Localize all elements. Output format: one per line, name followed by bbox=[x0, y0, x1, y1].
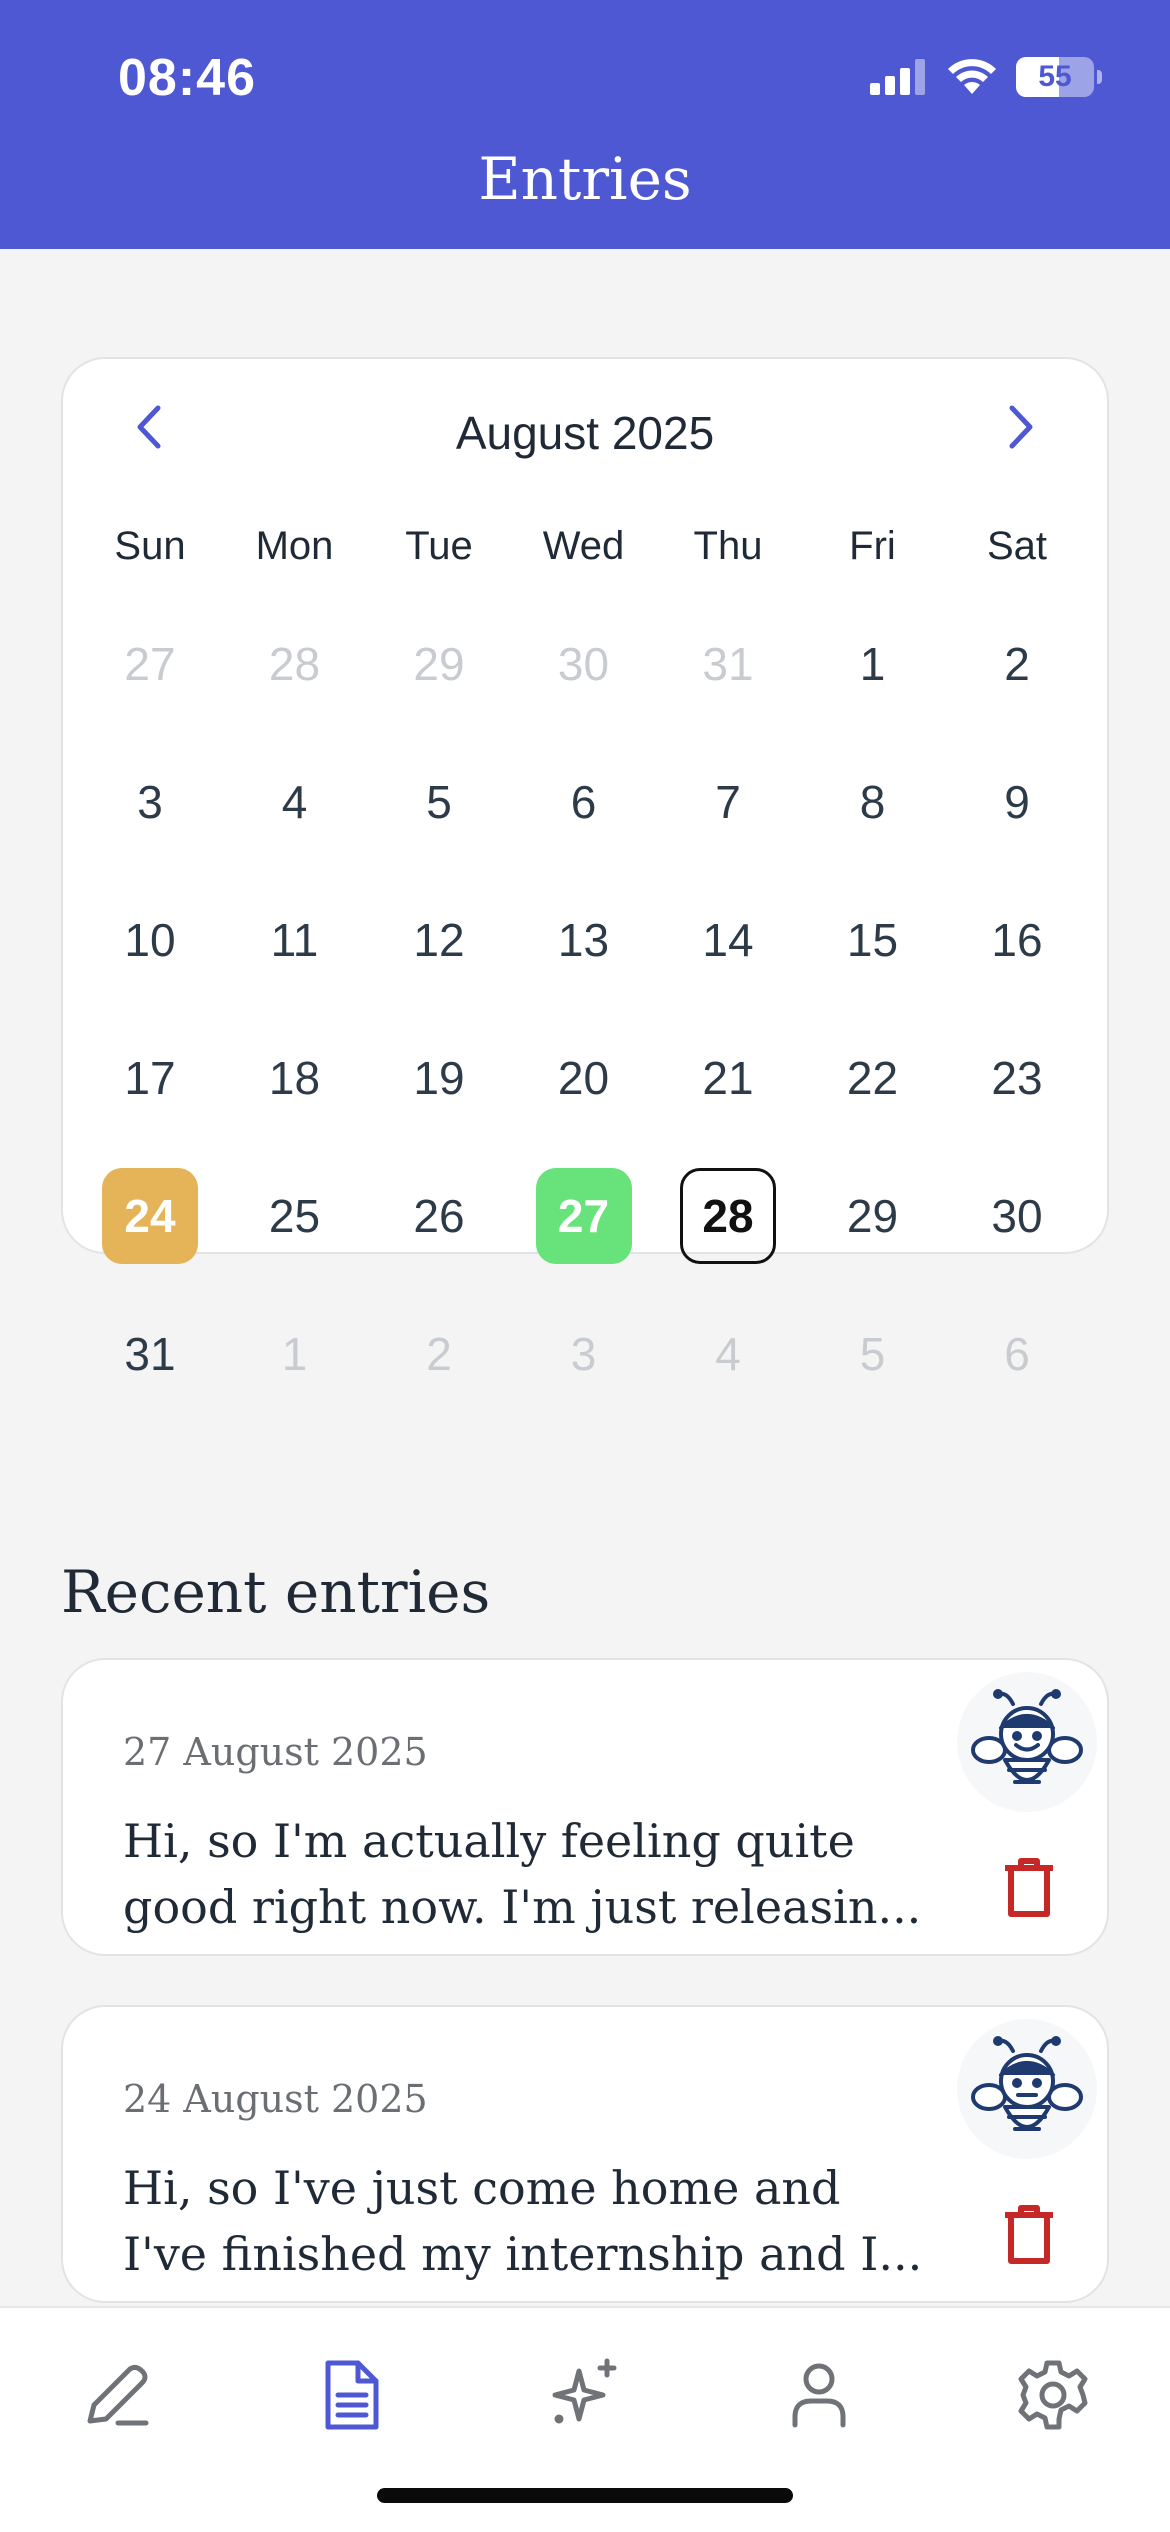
calendar-day[interactable]: 15 bbox=[825, 892, 921, 988]
calendar-day[interactable]: 1 bbox=[825, 616, 921, 712]
page-title: Entries bbox=[478, 145, 692, 213]
calendar-day[interactable]: 20 bbox=[536, 1030, 632, 1126]
calendar-day[interactable]: 30 bbox=[969, 1168, 1065, 1264]
calendar-day[interactable]: 31 bbox=[102, 1306, 198, 1402]
home-indicator bbox=[377, 2488, 793, 2503]
calendar-day[interactable]: 3 bbox=[102, 754, 198, 850]
calendar-day[interactable]: 23 bbox=[969, 1030, 1065, 1126]
tab-entries[interactable] bbox=[307, 2350, 397, 2440]
calendar-day[interactable]: 28 bbox=[247, 616, 343, 712]
calendar-day[interactable]: 4 bbox=[247, 754, 343, 850]
entry-card[interactable]: 27 August 2025 Hi, so I'm actually feeli… bbox=[61, 1658, 1109, 1956]
pencil-icon bbox=[87, 2364, 149, 2426]
entry-card[interactable]: 24 August 2025 Hi, so I've just come hom… bbox=[61, 2005, 1109, 2303]
calendar-card: August 2025 Sun Mon Tue Wed Thu Fri Sat 27 28 29… bbox=[61, 357, 1109, 1380]
calendar-day[interactable]: 10 bbox=[102, 892, 198, 988]
calendar-day[interactable]: 31 bbox=[680, 616, 776, 712]
wifi-icon bbox=[948, 59, 996, 94]
calendar-day[interactable]: 2 bbox=[969, 616, 1065, 712]
bottom-tab-bar bbox=[0, 2306, 1170, 2532]
calendar-day[interactable]: 18 bbox=[247, 1030, 343, 1126]
entry-preview-line: Hi, so I've just come home and bbox=[123, 2161, 841, 2215]
tab-insights[interactable] bbox=[540, 2350, 630, 2440]
delete-entry-button[interactable] bbox=[999, 2203, 1059, 2267]
entry-date: 24 August 2025 bbox=[123, 2077, 428, 2121]
calendar-day[interactable]: 26 bbox=[391, 1168, 487, 1264]
bee-neutral-icon bbox=[957, 2019, 1097, 2159]
calendar-day[interactable]: 13 bbox=[536, 892, 632, 988]
calendar-day[interactable]: 17 bbox=[102, 1030, 198, 1126]
calendar-day-today[interactable]: 28 bbox=[680, 1168, 776, 1264]
recent-entries-title: Recent entries bbox=[61, 1558, 491, 1626]
calendar-day[interactable]: 5 bbox=[825, 1306, 921, 1402]
entry-date: 27 August 2025 bbox=[123, 1730, 428, 1774]
trash-icon bbox=[1005, 2205, 1053, 2264]
calendar-day[interactable]: 7 bbox=[680, 754, 776, 850]
gear-icon bbox=[1018, 2360, 1088, 2430]
delete-entry-button[interactable] bbox=[999, 1856, 1059, 1920]
entry-preview-line: I've finished my internship and I... bbox=[123, 2227, 923, 2281]
calendar-day[interactable]: 27 bbox=[102, 616, 198, 712]
tab-settings[interactable] bbox=[1008, 2350, 1098, 2440]
entry-preview: Hi, so I've just come home and I've fini… bbox=[123, 2155, 923, 2287]
calendar-day[interactable]: 19 bbox=[391, 1030, 487, 1126]
calendar-day-grid: 27 28 29 30 31 1 2 3 4 5 6 7 8 9 10 11 12 13 14 15 16 17 18 19 2… bbox=[63, 359, 1107, 1380]
calendar-day[interactable]: 3 bbox=[536, 1306, 632, 1402]
calendar-day[interactable]: 30 bbox=[536, 616, 632, 712]
person-icon bbox=[792, 2363, 846, 2428]
sparkle-icon bbox=[552, 2358, 617, 2424]
entry-preview-line: Hi, so I'm actually feeling quite bbox=[123, 1814, 855, 1868]
calendar-day[interactable]: 11 bbox=[247, 892, 343, 988]
calendar-day[interactable]: 29 bbox=[391, 616, 487, 712]
calendar-day[interactable]: 29 bbox=[825, 1168, 921, 1264]
calendar-day[interactable]: 16 bbox=[969, 892, 1065, 988]
calendar-day[interactable]: 9 bbox=[969, 754, 1065, 850]
bee-happy-icon bbox=[957, 1672, 1097, 1812]
cellular-signal-icon bbox=[870, 59, 925, 95]
tab-write[interactable] bbox=[73, 2350, 163, 2440]
status-icons: 55 bbox=[870, 55, 1102, 99]
entry-preview-line: good right now. I'm just releasin... bbox=[123, 1880, 922, 1934]
calendar-day[interactable]: 14 bbox=[680, 892, 776, 988]
entry-preview: Hi, so I'm actually feeling quite good r… bbox=[123, 1808, 923, 1940]
calendar-day-with-entry[interactable]: 27 bbox=[535, 1168, 632, 1264]
calendar-day[interactable]: 1 bbox=[247, 1306, 343, 1402]
calendar-day[interactable]: 6 bbox=[536, 754, 632, 850]
calendar-day[interactable]: 21 bbox=[680, 1030, 776, 1126]
tab-profile[interactable] bbox=[774, 2350, 864, 2440]
status-time: 08:46 bbox=[118, 49, 256, 107]
calendar-day-with-entry[interactable]: 24 bbox=[102, 1168, 198, 1264]
battery-level: 55 bbox=[1038, 60, 1072, 93]
calendar-day[interactable]: 4 bbox=[680, 1306, 776, 1402]
calendar-day[interactable]: 5 bbox=[391, 754, 487, 850]
calendar-day[interactable]: 25 bbox=[247, 1168, 343, 1264]
calendar-day[interactable]: 8 bbox=[825, 754, 921, 850]
calendar-day[interactable]: 2 bbox=[391, 1306, 487, 1402]
calendar-day[interactable]: 12 bbox=[391, 892, 487, 988]
battery-icon: 55 bbox=[1016, 57, 1102, 97]
calendar-day[interactable]: 6 bbox=[969, 1306, 1065, 1402]
calendar-day[interactable]: 22 bbox=[825, 1030, 921, 1126]
trash-icon bbox=[1005, 1858, 1053, 1917]
document-icon bbox=[325, 2360, 379, 2430]
app-header: 08:46 55 Entries bbox=[0, 0, 1170, 249]
